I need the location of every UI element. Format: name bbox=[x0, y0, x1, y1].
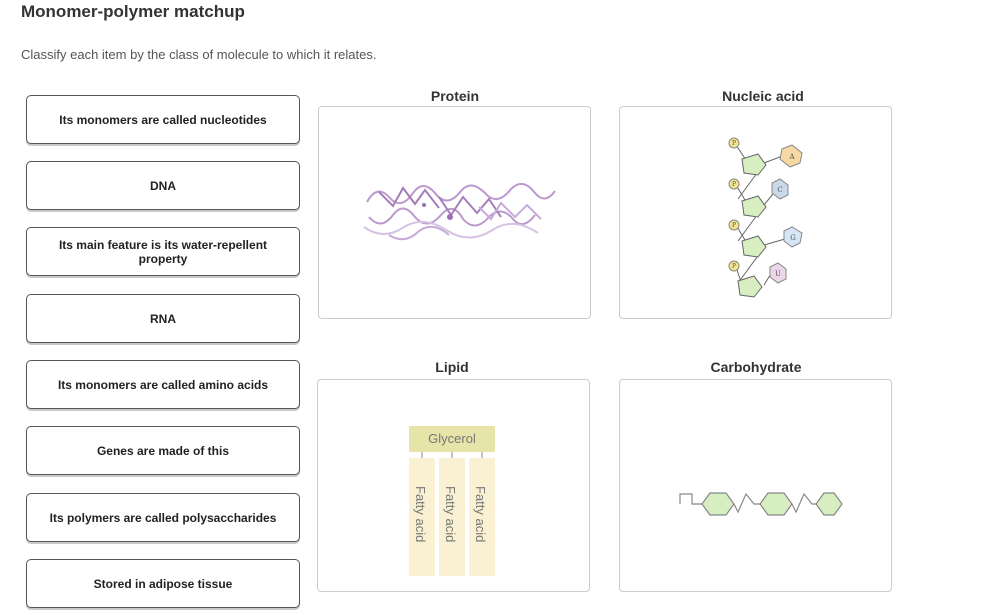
phosphate-label: P bbox=[732, 222, 736, 229]
base-label-a: A bbox=[788, 153, 795, 161]
carbohydrate-structure-image bbox=[679, 492, 843, 516]
drag-card-genes[interactable]: Genes are made of this bbox=[26, 426, 300, 475]
page-title: Monomer-polymer matchup bbox=[21, 2, 245, 21]
base-label-c: C bbox=[777, 186, 782, 194]
nucleic-acid-image: P P P P A C G U bbox=[728, 137, 803, 298]
glycerol-label: Glycerol bbox=[428, 431, 476, 446]
drag-card-rna[interactable]: RNA bbox=[26, 294, 300, 343]
drop-zone-nucleic-acid[interactable]: P P P P A C G U bbox=[619, 106, 892, 319]
drag-card-amino-acids[interactable]: Its monomers are called amino acids bbox=[26, 360, 300, 409]
drag-card-polysaccharides[interactable]: Its polymers are called polysaccharides bbox=[26, 493, 300, 542]
drag-card-water-repellent[interactable]: Its main feature is its water-repellent … bbox=[26, 227, 300, 276]
drop-zone-carbohydrate[interactable] bbox=[619, 379, 892, 592]
drag-card-dna[interactable]: DNA bbox=[26, 161, 300, 210]
instructions-text: Classify each item by the class of molec… bbox=[21, 47, 377, 62]
fatty-acid-label: Fatty acid bbox=[443, 486, 458, 542]
drag-card-nucleotides[interactable]: Its monomers are called nucleotides bbox=[26, 95, 300, 144]
zone-label-carbohydrate: Carbohydrate bbox=[710, 359, 802, 375]
protein-structure-image bbox=[363, 182, 556, 241]
drop-zone-lipid[interactable]: Glycerol Fatty acid Fatty acid Fatty aci… bbox=[317, 379, 590, 592]
base-label-u: U bbox=[775, 270, 781, 278]
drop-zone-protein[interactable] bbox=[318, 106, 591, 319]
phosphate-label: P bbox=[732, 181, 736, 188]
phosphate-label: P bbox=[732, 263, 736, 270]
fatty-acid-label: Fatty acid bbox=[413, 486, 428, 542]
lipid-structure-image: Glycerol Fatty acid Fatty acid Fatty aci… bbox=[409, 426, 495, 576]
zone-label-nucleic-acid: Nucleic acid bbox=[722, 88, 804, 104]
base-label-g: G bbox=[790, 234, 796, 242]
phosphate-label: P bbox=[732, 140, 736, 147]
zone-label-lipid: Lipid bbox=[435, 359, 469, 375]
zone-label-protein: Protein bbox=[430, 88, 480, 104]
drag-card-adipose[interactable]: Stored in adipose tissue bbox=[26, 559, 300, 608]
fatty-acid-label: Fatty acid bbox=[473, 486, 488, 542]
